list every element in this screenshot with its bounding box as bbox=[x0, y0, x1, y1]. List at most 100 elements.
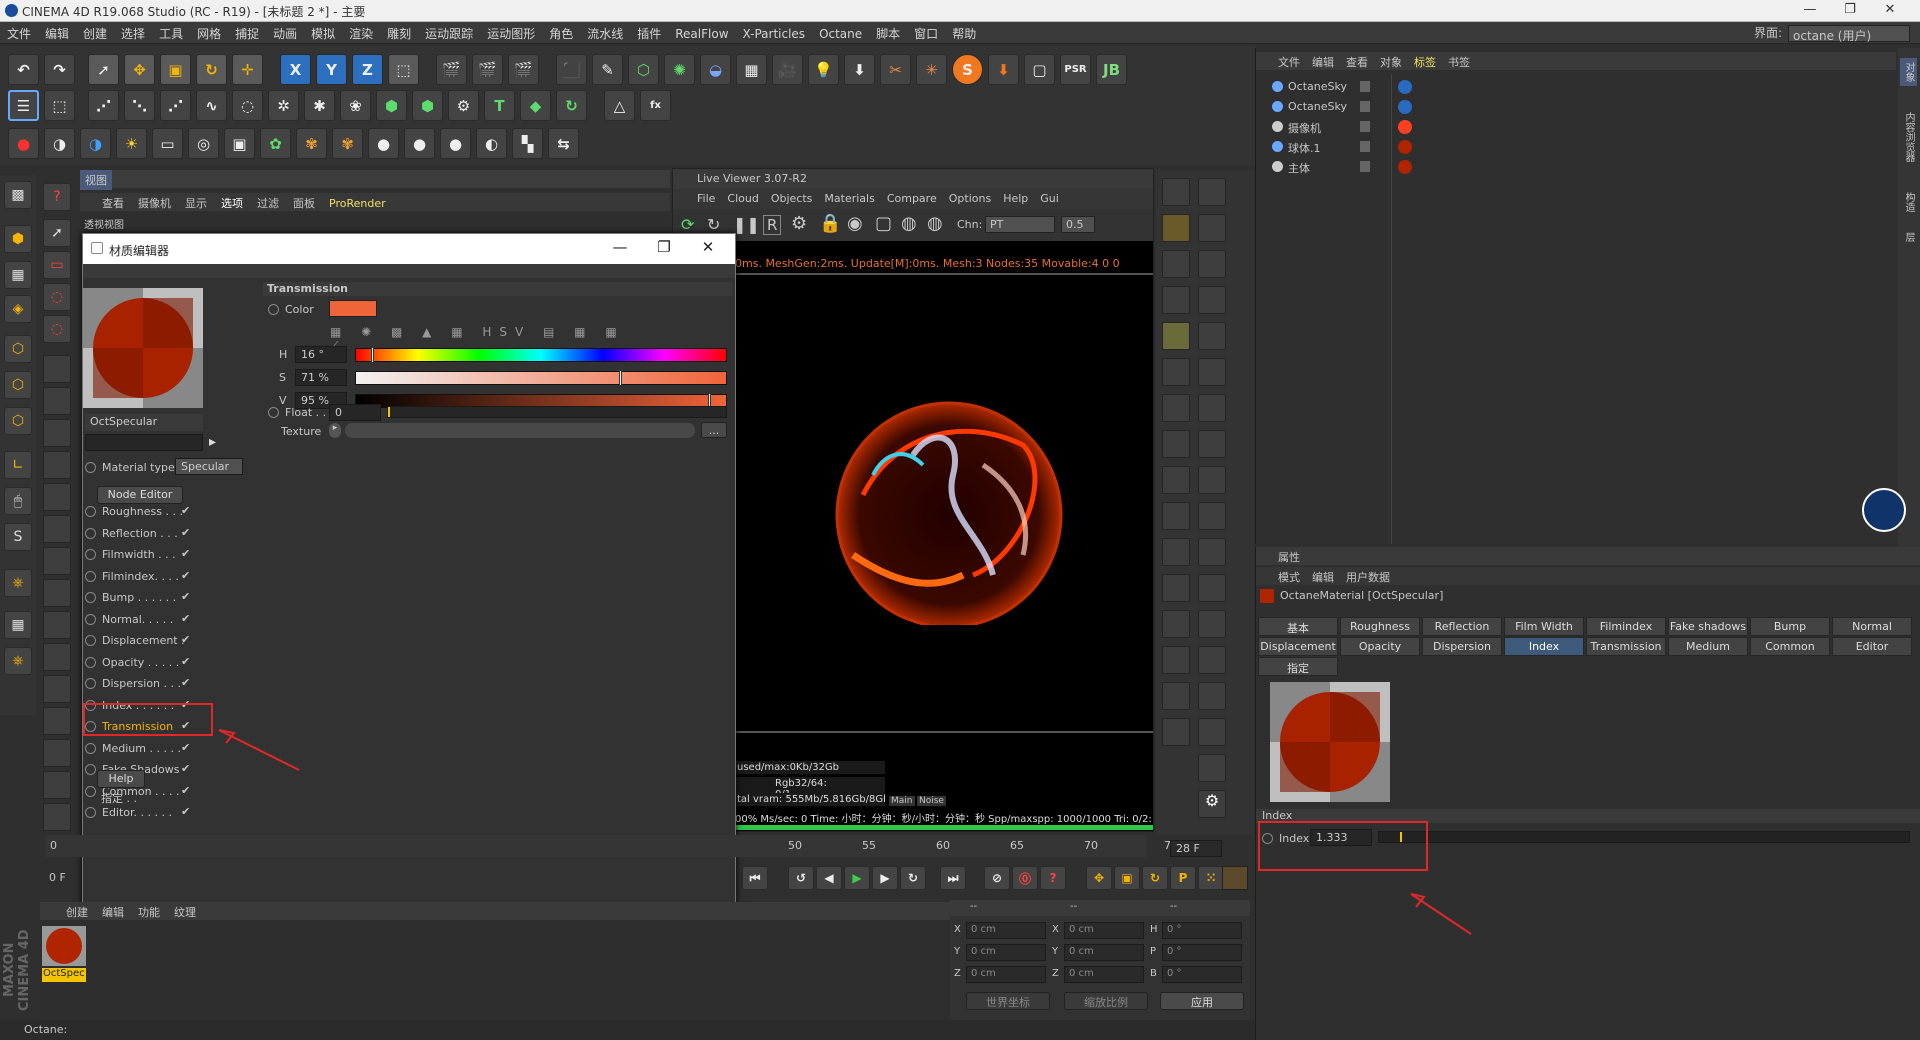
mm-menu-function[interactable]: 功能 bbox=[138, 906, 160, 919]
color-radio-icon[interactable] bbox=[268, 304, 279, 315]
float-radio-icon[interactable] bbox=[268, 407, 279, 418]
object-name[interactable]: 球体.1 bbox=[1288, 140, 1321, 156]
channel-item[interactable]: Dispersion . . . ✔ bbox=[85, 676, 195, 693]
menu-snap[interactable]: 捕捉 bbox=[228, 22, 266, 45]
key-rotation-icon[interactable]: ↻ bbox=[1142, 866, 1168, 890]
om-menu-objects[interactable]: 对象 bbox=[1380, 56, 1402, 69]
channel-check-icon[interactable]: ✔ bbox=[181, 590, 190, 603]
xparticles-icon[interactable]: ✳ bbox=[916, 54, 947, 85]
octane-target-icon[interactable]: ◎ bbox=[188, 128, 219, 159]
timeline-end-frame[interactable]: 28 F bbox=[1170, 840, 1222, 857]
dock-cube-icon[interactable] bbox=[1162, 394, 1190, 422]
current-frame[interactable]: 0 F bbox=[46, 868, 76, 888]
menu-mograph[interactable]: 运动图形 bbox=[480, 22, 542, 45]
channel-item[interactable]: Roughness . . . ✔ bbox=[85, 504, 195, 521]
transform-tool-icon[interactable]: ✛ bbox=[232, 54, 263, 85]
side-tab-content-browser[interactable]: 内容浏览器 bbox=[1900, 108, 1917, 166]
om-menu-file[interactable]: 文件 bbox=[1278, 56, 1300, 69]
text-spline-icon[interactable]: T bbox=[484, 90, 515, 121]
undo-icon[interactable]: ↶ bbox=[8, 54, 39, 85]
rect-select-icon[interactable]: ▭ bbox=[43, 251, 71, 279]
coord-input[interactable]: 0 cm bbox=[1064, 922, 1144, 939]
locked-workplane-icon[interactable]: ⎈ bbox=[4, 647, 32, 675]
grid-tool-icon[interactable] bbox=[43, 547, 71, 575]
am-menu-mode[interactable]: 模式 bbox=[1278, 571, 1300, 584]
timeline-settings-icon[interactable] bbox=[1222, 866, 1248, 890]
channel-radio-icon[interactable] bbox=[85, 635, 96, 646]
coordinate-system-icon[interactable]: ⬚ bbox=[388, 54, 419, 85]
object-row[interactable]: OctaneSky bbox=[1260, 78, 1890, 96]
channel-radio-icon[interactable] bbox=[85, 592, 96, 603]
menu-tools[interactable]: 工具 bbox=[152, 22, 190, 45]
star-spline-icon[interactable]: ✲ bbox=[268, 90, 299, 121]
octane-material-icon[interactable]: ● bbox=[368, 128, 399, 159]
channel-check-icon[interactable]: ✔ bbox=[181, 569, 190, 582]
grid-tool-icon[interactable] bbox=[43, 483, 71, 511]
play-icon[interactable]: ▶ bbox=[844, 866, 870, 890]
x-axis-icon[interactable]: X bbox=[280, 54, 311, 85]
attribute-tab[interactable]: Dispersion bbox=[1422, 637, 1502, 656]
texture-slot[interactable] bbox=[345, 423, 695, 438]
menu-window[interactable]: 窗口 bbox=[907, 22, 945, 45]
menu-create[interactable]: 创建 bbox=[76, 22, 114, 45]
dock-cube-icon[interactable] bbox=[1198, 322, 1226, 350]
octane-texture-icon[interactable]: ▚ bbox=[512, 128, 543, 159]
octane-fog-icon[interactable]: ✾ bbox=[332, 128, 363, 159]
lv-menu-help[interactable]: Help bbox=[1003, 192, 1028, 205]
lv-menu-objects[interactable]: Objects bbox=[771, 192, 813, 205]
viewport-menu-options[interactable]: 选项 bbox=[221, 197, 243, 210]
dock-settings-gear-icon[interactable]: ⚙ bbox=[1198, 790, 1226, 818]
channel-item[interactable]: Filmindex. . . . ✔ bbox=[85, 569, 195, 586]
menu-file[interactable]: 文件 bbox=[0, 22, 38, 45]
octane-sun-icon[interactable]: ☀ bbox=[116, 128, 147, 159]
axis-mode-icon[interactable]: ∟ bbox=[4, 451, 32, 479]
channel-check-icon[interactable]: ✔ bbox=[181, 612, 190, 625]
channel-check-icon[interactable]: ✔ bbox=[181, 676, 190, 689]
dock-cube-icon[interactable] bbox=[1162, 358, 1190, 386]
plugin-jb-icon[interactable]: JB bbox=[1096, 54, 1127, 85]
workplane-icon[interactable]: ◈ bbox=[4, 295, 32, 323]
channel-item[interactable]: Bump . . . . . . ✔ bbox=[85, 590, 195, 607]
grid-tool-icon[interactable] bbox=[43, 611, 71, 639]
menu-animate[interactable]: 动画 bbox=[266, 22, 304, 45]
grid-tool-icon[interactable] bbox=[43, 739, 71, 767]
channel-check-icon[interactable]: ✔ bbox=[181, 504, 190, 517]
apply-button[interactable]: 应用 bbox=[1160, 992, 1244, 1010]
viewport-menu-panel[interactable]: 面板 bbox=[293, 197, 315, 210]
attribute-tab[interactable]: Filmindex bbox=[1586, 617, 1666, 636]
lv-restart-icon[interactable]: ↻ bbox=[707, 215, 720, 234]
key-scale-icon[interactable]: ▣ bbox=[1114, 866, 1140, 890]
channel-radio-icon[interactable] bbox=[85, 678, 96, 689]
lv-menu-materials[interactable]: Materials bbox=[824, 192, 874, 205]
camera-icon[interactable]: 🎥 bbox=[772, 54, 803, 85]
z-axis-icon[interactable]: Z bbox=[352, 54, 383, 85]
download-icon[interactable]: ⬇ bbox=[844, 54, 875, 85]
viewport-menu-display[interactable]: 显示 bbox=[185, 197, 207, 210]
texture-mode-icon[interactable]: ⬚ bbox=[44, 90, 75, 121]
channel-check-icon[interactable]: ✔ bbox=[181, 547, 190, 560]
attribute-tab[interactable]: Editor bbox=[1832, 637, 1912, 656]
formula-icon[interactable]: fx bbox=[640, 90, 671, 121]
am-menu-userdata[interactable]: 用户数据 bbox=[1346, 571, 1390, 584]
polygons-icon[interactable]: ⋰ bbox=[160, 90, 191, 121]
me-arrow-icon[interactable]: ▸ bbox=[209, 434, 223, 451]
cloner-icon[interactable]: ✺ bbox=[664, 54, 695, 85]
viewport-menu-prorender[interactable]: ProRender bbox=[329, 197, 386, 210]
lv-settings-gear-icon[interactable]: ⚙ bbox=[791, 213, 807, 234]
menu-motion-tracking[interactable]: 运动跟踪 bbox=[418, 22, 480, 45]
side-tab-structure[interactable]: 构造 bbox=[1900, 188, 1917, 216]
object-name[interactable]: OctaneSky bbox=[1288, 80, 1347, 93]
attribute-tab[interactable]: Displacement bbox=[1258, 637, 1338, 656]
viewport-menu-camera[interactable]: 摄像机 bbox=[138, 197, 171, 210]
cube-green-icon[interactable]: ⬢ bbox=[376, 90, 407, 121]
viewport-menu-filter[interactable]: 过滤 bbox=[257, 197, 279, 210]
sweep-icon[interactable]: ↻ bbox=[556, 90, 587, 121]
lv-lock-icon[interactable]: 🔒 bbox=[819, 213, 841, 234]
dock-cube-icon[interactable] bbox=[1198, 214, 1226, 242]
channel-check-icon[interactable]: ✔ bbox=[181, 741, 190, 754]
dock-cube-icon[interactable] bbox=[1198, 502, 1226, 530]
lv-menu-file[interactable]: File bbox=[697, 192, 715, 205]
grid-tool-icon[interactable] bbox=[43, 515, 71, 543]
dock-cube-icon[interactable] bbox=[1198, 466, 1226, 494]
lv-channel-dropdown[interactable]: PT bbox=[985, 216, 1055, 233]
